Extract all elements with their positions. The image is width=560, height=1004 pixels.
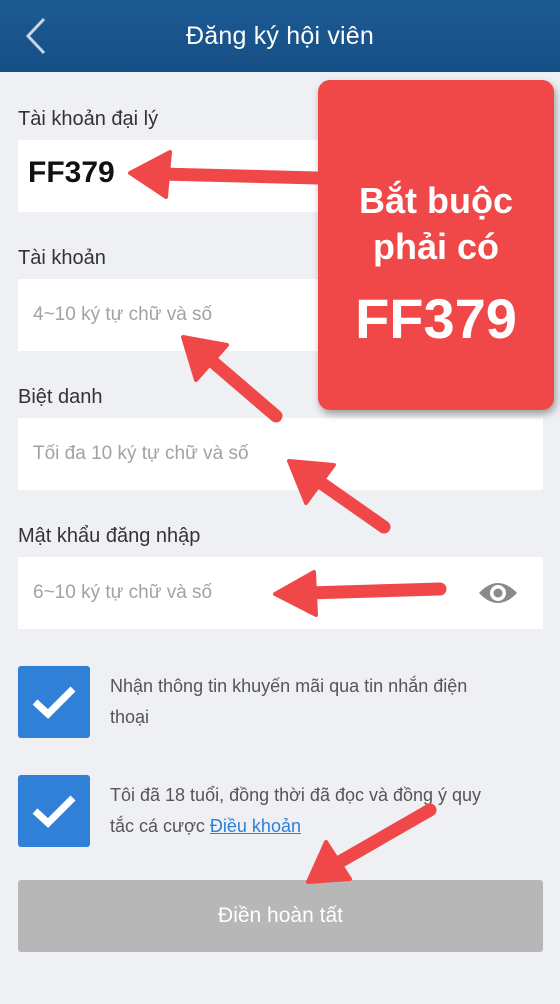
nickname-input[interactable] <box>18 418 543 490</box>
required-code-callout: Bắt buộc phải có FF379 <box>318 80 554 410</box>
callout-code: FF379 <box>355 287 517 350</box>
checkmark-icon <box>32 795 76 828</box>
nickname-label: Biệt danh <box>18 386 103 408</box>
password-input[interactable] <box>18 557 543 629</box>
password-label: Mật khẩu đăng nhập <box>18 525 201 547</box>
page-title: Đăng ký hội viên <box>185 21 375 50</box>
submit-button[interactable]: Điền hoàn tất <box>18 880 543 952</box>
back-button[interactable] <box>14 12 58 60</box>
eye-icon[interactable] <box>477 577 519 609</box>
account-label: Tài khoản <box>18 247 106 269</box>
callout-line2: phải có <box>372 226 500 267</box>
agent-account-value: FF379 <box>28 156 115 189</box>
header-bar: Đăng ký hội viên <box>0 0 560 72</box>
promo-checkbox[interactable] <box>18 666 90 738</box>
agent-account-label: Tài khoản đại lý <box>18 108 159 130</box>
nickname-field-wrap <box>18 418 543 490</box>
checkmark-icon <box>32 686 76 719</box>
callout-line1: Bắt buộc <box>358 180 513 221</box>
chevron-left-icon <box>25 17 46 55</box>
terms-checkbox[interactable] <box>18 775 90 847</box>
promo-checkbox-label: Nhận thông tin khuyến mãi qua tin nhắn đ… <box>110 676 468 727</box>
password-field-wrap <box>18 557 543 629</box>
terms-link[interactable]: Điều khoản <box>210 816 301 836</box>
terms-checkbox-label: Tôi đã 18 tuổi, đồng thời đã đọc và đồng… <box>110 780 510 842</box>
